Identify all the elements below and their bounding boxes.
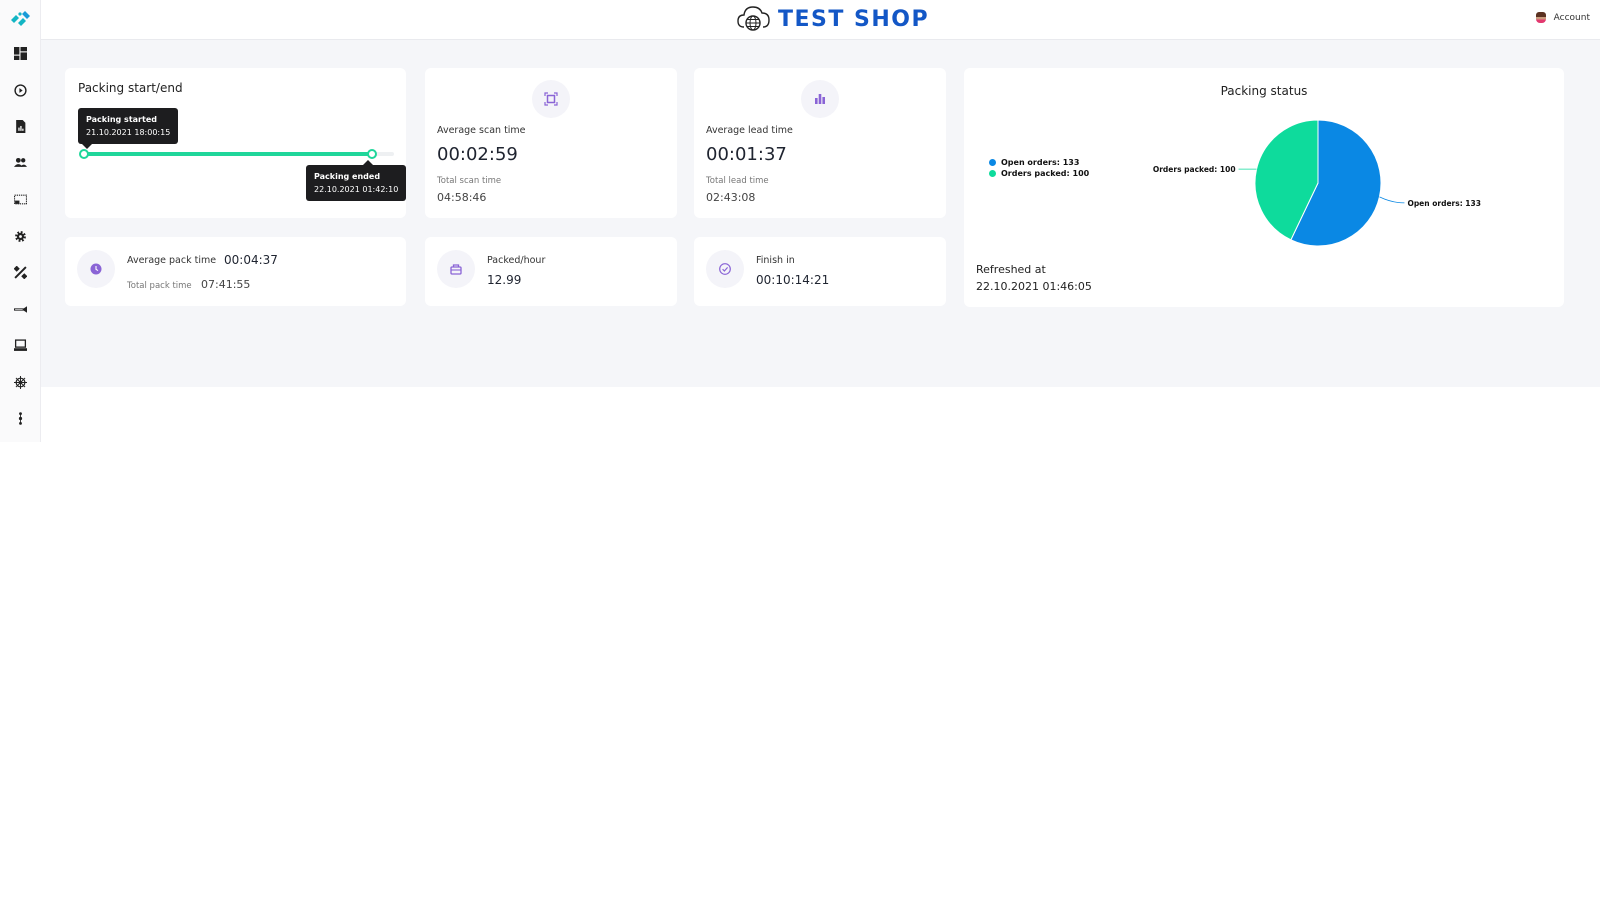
tooltip-label: Packing started: [86, 115, 157, 124]
account-menu[interactable]: Account: [1535, 12, 1590, 23]
dashboard-content: Packing start/end Packing started 21.10.…: [41, 40, 1600, 387]
metric-value: 00:01:37: [706, 144, 787, 165]
metric-label: Average lead time: [706, 125, 793, 136]
packing-ended-tooltip: Packing ended 22.10.2021 01:42:10: [306, 160, 407, 201]
clock-icon: [90, 263, 102, 275]
metric-value: 12.99: [487, 273, 522, 287]
tooltip-datetime: 21.10.2021 18:00:15: [86, 128, 171, 137]
computer-icon: [14, 339, 27, 351]
brand-name: TEST SHOP: [778, 6, 930, 32]
sidebar-item-reports[interactable]: [10, 116, 31, 137]
metric-value: 00:10:14:21: [756, 273, 830, 287]
bar-chart-icon: [815, 94, 825, 104]
average-pack-time-card: Average pack time 00:04:37 Total pack ti…: [65, 237, 406, 306]
metric-label: Average pack time: [127, 255, 217, 266]
sidebar-item-more[interactable]: [10, 408, 31, 429]
play-circle-icon: [14, 84, 27, 97]
sidebar-item-play[interactable]: [10, 80, 31, 101]
scan-icon: [544, 92, 558, 106]
cloud-globe-icon: [737, 6, 770, 31]
packing-status-card: Packing status Open orders: 133 Orders p…: [964, 68, 1564, 307]
metric-sublabel: Total lead time: [706, 176, 769, 186]
users-icon: [14, 157, 27, 167]
sidebar-item-devices[interactable]: [10, 335, 31, 356]
metric-value: 00:02:59: [437, 144, 518, 165]
metric-label: Finish in: [756, 255, 795, 266]
tools-icon: [14, 266, 27, 279]
sidebar-item-users[interactable]: [10, 152, 31, 173]
sidebar-item-tools[interactable]: [10, 262, 31, 283]
metric-subvalue: 07:41:55: [201, 278, 251, 291]
sidebar-item-screen[interactable]: [10, 189, 31, 210]
packing-status-pie-chart: Open orders: 133 Orders packed: 100: [1153, 119, 1481, 247]
package-icon-badge: [437, 250, 475, 288]
pie-leader-line: [1379, 196, 1405, 204]
avatar: [1535, 12, 1546, 23]
metric-subvalue: 02:43:08: [706, 191, 756, 204]
metric-label: Average scan time: [437, 125, 526, 136]
check-icon-badge: [706, 250, 744, 288]
packing-progress-fill: [84, 152, 373, 156]
refreshed-label: Refreshed at: [976, 263, 1046, 276]
packing-start-handle[interactable]: [79, 149, 89, 159]
lead-icon-badge: [801, 80, 839, 118]
app-logo-icon[interactable]: [9, 11, 31, 27]
card-title: Packing start/end: [78, 81, 183, 95]
finish-in-card: Finish in 00:10:14:21: [694, 237, 946, 306]
metric-subvalue: 04:58:46: [437, 191, 487, 204]
metric-label: Packed/hour: [487, 255, 546, 266]
scan-icon-badge: [532, 80, 570, 118]
package-icon: [450, 264, 462, 275]
packing-started-tooltip: Packing started 21.10.2021 18:00:15: [78, 108, 179, 149]
metric-sublabel: Total pack time: [127, 281, 192, 291]
pie-data-label: Open orders: 133: [1407, 199, 1481, 208]
gear-icon: [15, 231, 26, 242]
check-circle-icon: [719, 263, 731, 275]
refreshed-value: 22.10.2021 01:46:05: [976, 280, 1092, 293]
sidebar: [0, 0, 41, 442]
tooltip-label: Packing ended: [314, 172, 381, 181]
sidebar-item-announcements[interactable]: [10, 299, 31, 320]
report-document-icon: [16, 120, 26, 133]
brand-logo[interactable]: TEST SHOP: [736, 3, 929, 35]
hub-icon: [14, 376, 27, 389]
account-label: Account: [1553, 12, 1590, 23]
metric-value: 00:04:37: [224, 253, 278, 267]
pie-data-label: Orders packed: 100: [1153, 165, 1236, 174]
picture-in-picture-icon: [14, 194, 27, 205]
top-header: TEST SHOP Account: [41, 0, 1600, 40]
sidebar-item-dashboard[interactable]: [10, 43, 31, 64]
more-vertical-icon: [18, 412, 23, 425]
packing-start-end-card: Packing start/end Packing started 21.10.…: [65, 68, 407, 218]
horn-icon: [14, 306, 27, 313]
dashboard-icon: [14, 47, 27, 60]
sidebar-item-integrations[interactable]: [10, 372, 31, 393]
average-lead-time-card: Average lead time 00:01:37 Total lead ti…: [694, 68, 946, 218]
metric-sublabel: Total scan time: [437, 176, 502, 186]
sidebar-item-settings[interactable]: [10, 226, 31, 247]
clock-icon-badge: [77, 250, 115, 288]
average-scan-time-card: Average scan time 00:02:59 Total scan ti…: [425, 68, 677, 218]
packed-per-hour-card: Packed/hour 12.99: [425, 237, 677, 306]
tooltip-datetime: 22.10.2021 01:42:10: [314, 185, 399, 194]
packing-end-handle[interactable]: [367, 149, 378, 159]
